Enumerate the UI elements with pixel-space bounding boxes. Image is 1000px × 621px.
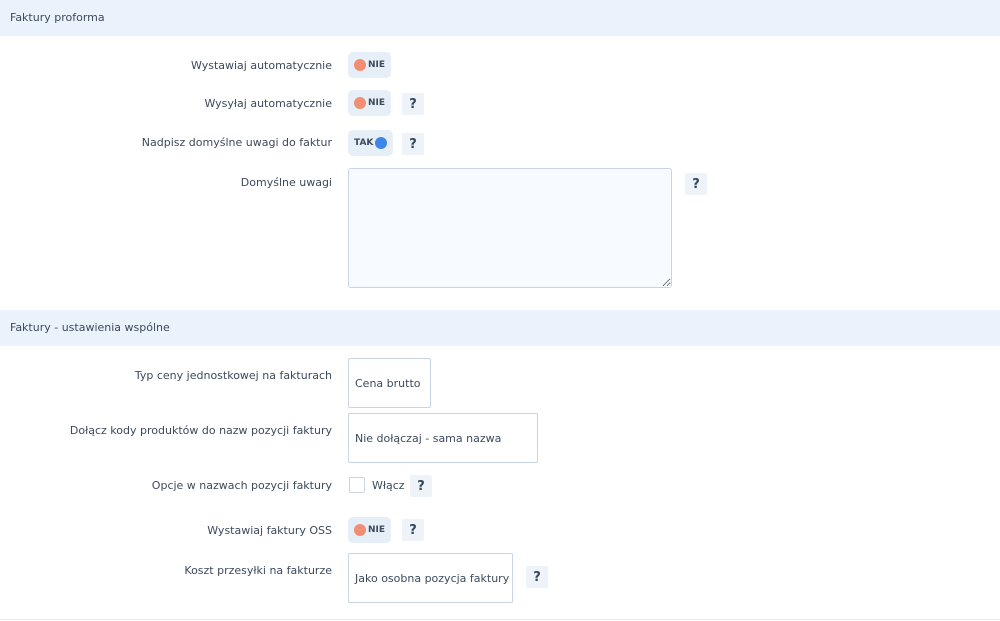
toggle-state: NIE [368, 525, 386, 535]
divider [0, 619, 1000, 620]
options-in-names-label: Opcje w nazwach pozycji faktury [151, 479, 332, 492]
toggle-knob [354, 524, 366, 536]
help-icon[interactable]: ? [526, 566, 548, 588]
default-notes-textarea[interactable] [348, 168, 672, 288]
default-notes-label: Domyślne uwagi [240, 176, 332, 189]
section-title: Faktury proforma [10, 11, 105, 24]
help-icon[interactable]: ? [402, 93, 424, 115]
override-notes-label: Nadpisz domyślne uwagi do faktur [141, 136, 332, 149]
auto-issue-label: Wystawiaj automatycznie [191, 59, 332, 72]
section-header-proforma: Faktury proforma [0, 0, 1000, 36]
oss-invoices-toggle[interactable]: NIE [348, 517, 392, 543]
help-icon[interactable]: ? [410, 475, 432, 497]
toggle-knob [354, 59, 366, 71]
toggle-knob [354, 97, 366, 109]
product-codes-select[interactable]: Nie dołączaj - sama nazwa [348, 413, 538, 463]
auto-send-label: Wysyłaj automatycznie [204, 97, 332, 110]
toggle-knob [375, 137, 388, 149]
toggle-state: NIE [368, 98, 386, 108]
section-header-common: Faktury - ustawienia wspólne [0, 310, 1000, 346]
product-codes-label: Dołącz kody produktów do nazw pozycji fa… [69, 424, 332, 437]
oss-invoices-label: Wystawiaj faktury OSS [207, 524, 332, 537]
auto-issue-toggle[interactable]: NIE [348, 52, 392, 78]
select-value: Nie dołączaj - sama nazwa [355, 431, 502, 445]
help-icon[interactable]: ? [402, 519, 424, 541]
shipping-cost-label: Koszt przesyłki na fakturze [184, 564, 332, 577]
toggle-state: NIE [368, 60, 386, 70]
unit-price-type-select[interactable]: Cena brutto [348, 358, 431, 408]
help-icon[interactable]: ? [685, 173, 707, 195]
help-icon[interactable]: ? [402, 133, 424, 155]
unit-price-type-label: Typ ceny jednostkowej na fakturach [134, 369, 332, 382]
override-notes-toggle[interactable]: TAK [348, 130, 394, 156]
select-value: Jako osobna pozycja faktury [355, 571, 510, 585]
options-in-names-checkbox-label[interactable]: Włącz [372, 479, 405, 492]
select-value: Cena brutto [355, 376, 421, 390]
section-title: Faktury - ustawienia wspólne [10, 321, 170, 334]
auto-send-toggle[interactable]: NIE [348, 90, 392, 116]
toggle-state: TAK [354, 138, 374, 148]
shipping-cost-select[interactable]: Jako osobna pozycja faktury [348, 553, 513, 603]
options-in-names-checkbox[interactable] [349, 477, 365, 493]
